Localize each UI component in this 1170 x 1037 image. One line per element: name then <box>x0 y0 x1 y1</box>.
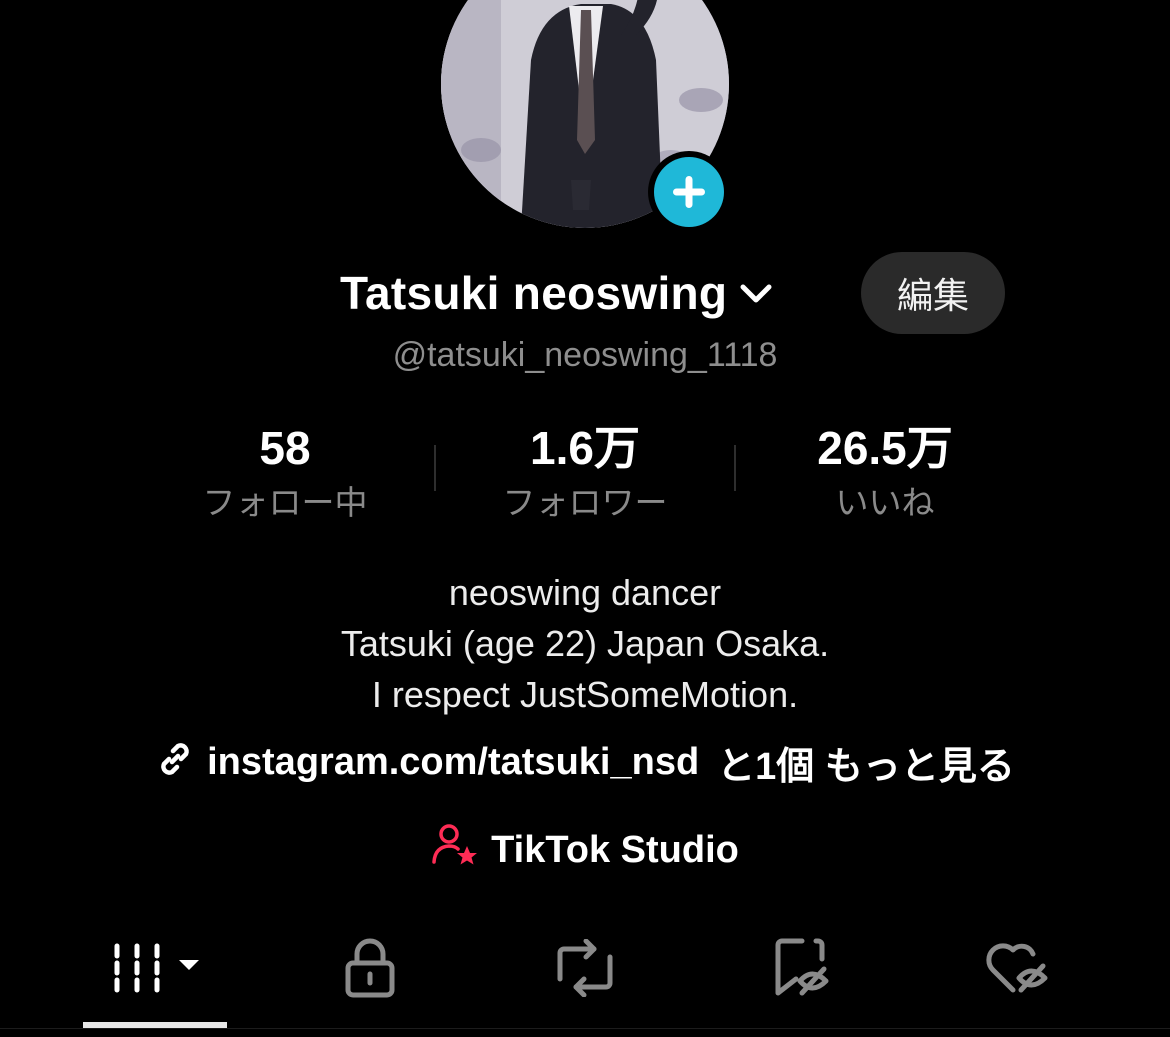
tab-divider <box>0 1028 1170 1029</box>
edit-profile-button[interactable]: 編集 <box>861 252 1005 334</box>
tab-private[interactable] <box>320 930 420 1010</box>
bio-line: Tatsuki (age 22) Japan Osaka. <box>340 623 830 664</box>
stat-divider <box>434 445 436 491</box>
tab-videos[interactable] <box>83 930 227 1010</box>
profile-page: Tatsuki neoswing 編集 @tatsuki_neoswing_11… <box>0 0 1170 1037</box>
lock-icon <box>343 937 397 1003</box>
tab-favorites[interactable] <box>752 930 852 1010</box>
account-switcher[interactable]: Tatsuki neoswing <box>340 258 773 328</box>
bio-line: I respect JustSomeMotion. <box>371 674 799 715</box>
following-label: フォロー中 <box>202 483 368 522</box>
followers-stat[interactable]: 1.6万 フォロワー <box>455 420 715 528</box>
bio-link-row: instagram.com/tatsuki_nsd と1個 もっと見る <box>0 734 1170 790</box>
chevron-down-icon <box>739 283 773 309</box>
add-story-button[interactable] <box>648 151 730 233</box>
heart-hidden-icon <box>985 938 1051 1002</box>
likes-count: 26.5万 <box>817 422 953 474</box>
followers-label: フォロワー <box>502 483 668 522</box>
likes-label: いいね <box>835 483 935 522</box>
bookmark-hidden-icon <box>772 937 832 1003</box>
bio-link[interactable]: instagram.com/tatsuki_nsd <box>207 741 699 784</box>
tiktok-studio-link[interactable]: TikTok Studio <box>0 822 1170 878</box>
tab-liked[interactable] <box>968 930 1068 1010</box>
likes-stat[interactable]: 26.5万 いいね <box>755 420 1015 528</box>
user-star-icon <box>431 822 479 878</box>
plus-icon <box>654 157 724 227</box>
display-name: Tatsuki neoswing <box>340 267 728 319</box>
username-handle: @tatsuki_neoswing_1118 <box>392 336 778 374</box>
bio-line: neoswing dancer <box>448 572 722 613</box>
following-stat[interactable]: 58 フォロー中 <box>155 420 415 528</box>
following-count: 58 <box>259 422 311 474</box>
tiktok-studio-label: TikTok Studio <box>491 828 739 871</box>
repost-icon <box>552 938 618 1001</box>
bio: neoswing dancer Tatsuki (age 22) Japan O… <box>0 567 1170 720</box>
videos-grid-icon <box>107 938 203 1002</box>
more-links-button[interactable]: と1個 もっと見る <box>717 735 1015 790</box>
tab-reposts[interactable] <box>535 930 635 1010</box>
followers-count: 1.6万 <box>530 422 640 474</box>
link-icon <box>155 739 195 789</box>
stat-divider <box>734 445 736 491</box>
